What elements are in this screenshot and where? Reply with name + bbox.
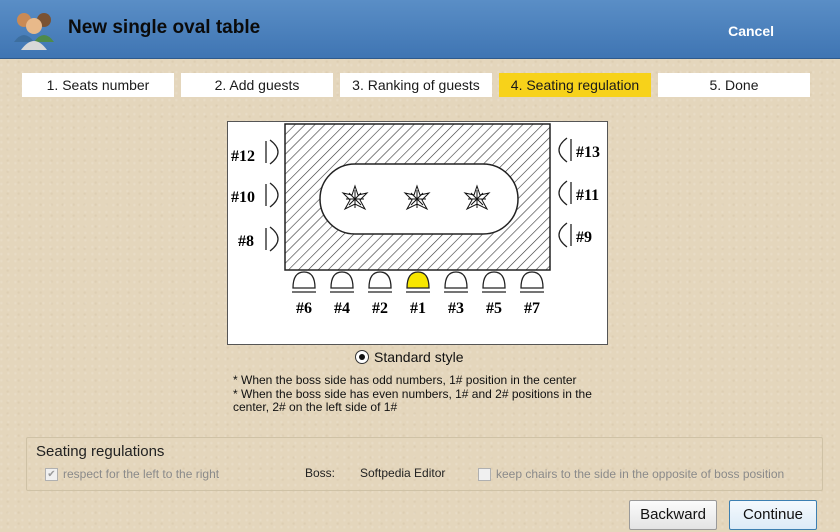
backward-button[interactable]: Backward (629, 500, 717, 530)
chair-right-9 (558, 222, 572, 248)
chair-bottom-1-highlighted (406, 271, 430, 293)
seating-regulations-panel: Seating regulations ✔ respect for the le… (26, 437, 823, 491)
checkbox-checked-icon[interactable]: ✔ (45, 467, 58, 481)
seat-label: #4 (334, 300, 350, 317)
opposite-label: keep chairs to the side in the opposite … (496, 467, 785, 481)
standard-style-label: Standard style (374, 349, 464, 365)
chair-bottom-5 (482, 271, 506, 293)
step-seats-number[interactable]: 1. Seats number (22, 73, 174, 97)
step-ranking-of-guests[interactable]: 3. Ranking of guests (340, 73, 492, 97)
respect-left-right-checkbox[interactable]: ✔ respect for the left to the right (45, 467, 219, 481)
step-add-guests[interactable]: 2. Add guests (181, 73, 333, 97)
chair-right-11 (558, 180, 572, 206)
seat-label: #1 (410, 300, 426, 317)
note-even-line2: center, 2# on the left side of 1# (233, 400, 398, 414)
respect-label: respect for the left to the right (63, 467, 220, 481)
seat-label: #12 (231, 148, 255, 165)
seat-label: #3 (448, 300, 464, 317)
chair-left-12 (265, 139, 279, 165)
chair-bottom-3 (444, 271, 468, 293)
seat-label: #5 (486, 300, 502, 317)
continue-button[interactable]: Continue (729, 500, 817, 530)
chair-bottom-4 (330, 271, 354, 293)
chair-bottom-2 (368, 271, 392, 293)
note-odd: * When the boss side has odd numbers, 1#… (233, 373, 577, 387)
seat-label: #2 (372, 300, 388, 317)
step-seating-regulation[interactable]: 4. Seating regulation (499, 73, 651, 97)
window-title: New single oval table (68, 17, 261, 38)
table-diagram: #12 #10 #8 #13 #11 #9 #6 #4 #2 #1 #3 #5 … (227, 121, 608, 345)
guests-icon (14, 13, 54, 50)
chair-left-10 (265, 182, 279, 208)
regulations-title: Seating regulations (36, 443, 165, 460)
seat-label: #10 (231, 189, 255, 206)
boss-label: Boss: (305, 466, 336, 480)
chair-bottom-6 (292, 271, 316, 293)
cancel-button[interactable]: Cancel (728, 23, 774, 39)
chair-bottom-7 (520, 271, 544, 293)
seat-label: #11 (576, 187, 599, 204)
chair-right-13 (558, 137, 572, 163)
standard-style-radio[interactable]: Standard style (355, 349, 464, 365)
chair-left-8 (265, 226, 279, 252)
seat-label: #8 (238, 233, 254, 250)
step-done[interactable]: 5. Done (658, 73, 810, 97)
checkbox-unchecked-icon[interactable] (478, 467, 491, 481)
oval-table-diagram: #12 #10 #8 #13 #11 #9 #6 #4 #2 #1 #3 #5 … (231, 123, 600, 317)
radio-selected-icon[interactable] (355, 350, 369, 364)
seat-label: #9 (576, 229, 592, 246)
seat-label: #13 (576, 144, 600, 161)
boss-value: Softpedia Editor (360, 466, 446, 480)
seat-label: #7 (524, 300, 540, 317)
title-bar: New single oval table Cancel (0, 0, 840, 59)
seat-label: #6 (296, 300, 312, 317)
keep-chairs-opposite-checkbox[interactable]: keep chairs to the side in the opposite … (478, 467, 784, 481)
